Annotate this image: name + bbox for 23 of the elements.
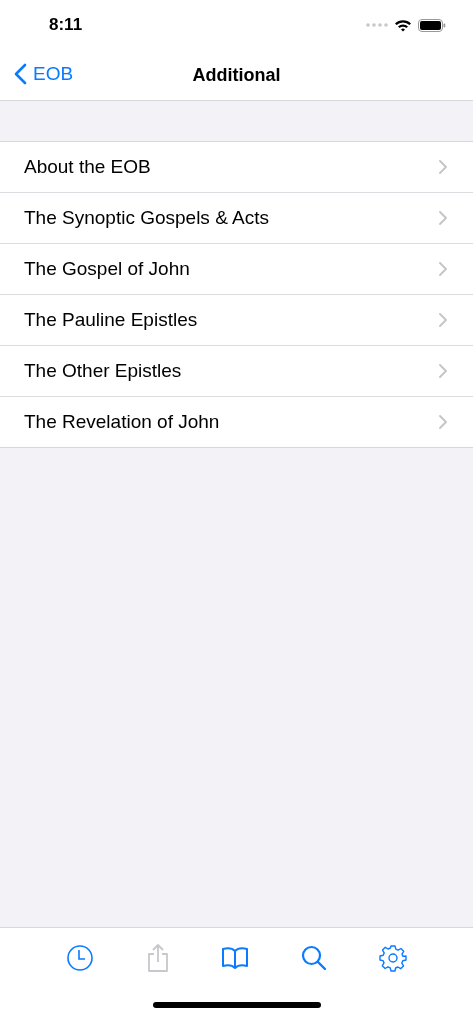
chevron-right-icon xyxy=(439,211,447,225)
settings-icon[interactable] xyxy=(379,944,408,972)
back-button[interactable]: EOB xyxy=(14,63,74,85)
book-icon[interactable] xyxy=(221,946,250,970)
chevron-right-icon xyxy=(439,364,447,378)
wifi-icon xyxy=(394,18,412,32)
chevron-right-icon xyxy=(439,160,447,174)
signal-icon xyxy=(366,23,388,27)
chevron-right-icon xyxy=(439,313,447,327)
chevron-right-icon xyxy=(439,262,447,276)
battery-icon xyxy=(418,18,446,32)
nav-title: Additional xyxy=(192,64,281,86)
list-item[interactable]: The Pauline Epistles xyxy=(0,295,473,346)
search-icon[interactable] xyxy=(301,945,328,971)
list-item[interactable]: The Synoptic Gospels & Acts xyxy=(0,193,473,244)
chevron-left-icon xyxy=(14,63,27,85)
list-item[interactable]: The Other Epistles xyxy=(0,346,473,397)
list-item[interactable]: The Revelation of John xyxy=(0,397,473,447)
clock-icon[interactable] xyxy=(65,944,94,972)
chevron-right-icon xyxy=(439,415,447,429)
list-item[interactable]: The Gospel of John xyxy=(0,244,473,295)
list-item[interactable]: About the EOB xyxy=(0,142,473,193)
status-time: 8:11 xyxy=(49,15,83,35)
